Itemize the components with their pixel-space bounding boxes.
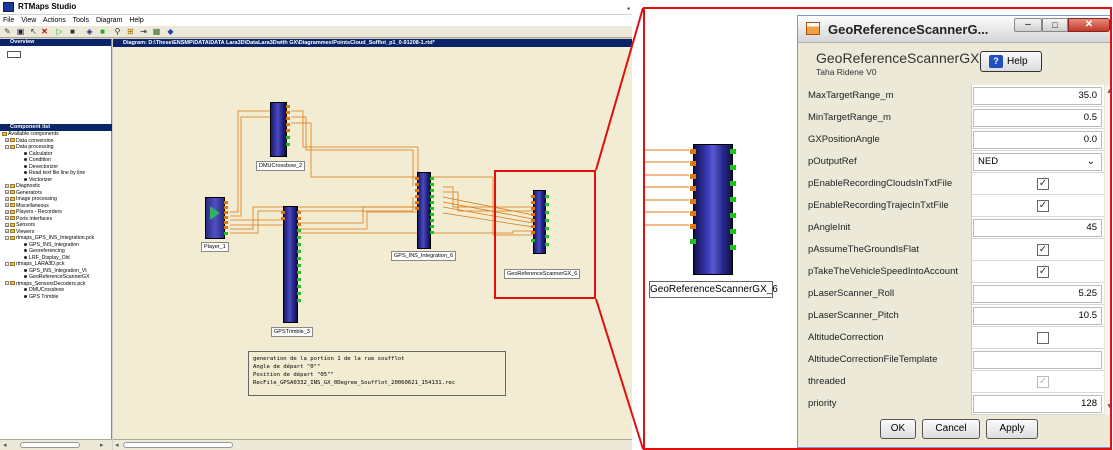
property-row: pAssumeTheGroundIsFlat ✓ (804, 239, 1104, 261)
minimize-icon[interactable]: – (1014, 18, 1042, 32)
apply-button[interactable]: Apply (986, 419, 1038, 439)
property-checkbox[interactable]: ✓ (1037, 266, 1049, 278)
property-name: pTakeTheVehicleSpeedIntoAccount (804, 261, 972, 283)
property-row: MaxTargetRange_m 35.0 (804, 85, 1104, 107)
chevron-down-icon: ⌄ (1086, 156, 1095, 167)
property-name: pEnableRecordingCloudsInTxtFile (804, 173, 972, 195)
help-icon: ? (989, 55, 1003, 68)
property-row: MinTargetRange_m 0.5 (804, 107, 1104, 129)
property-checkbox[interactable]: ✓ (1037, 244, 1049, 256)
scroll-up-icon[interactable]: ▲ (1106, 88, 1110, 95)
property-name: pEnableRecordingTrajecInTxtFile (804, 195, 972, 217)
property-checkbox[interactable]: ✓ (1037, 200, 1049, 212)
property-value-input[interactable] (973, 351, 1102, 369)
property-scrollbar[interactable]: ▲ ▼ (1105, 85, 1110, 415)
property-table: MaxTargetRange_m 35.0 MinTargetRange_m 0… (804, 85, 1104, 415)
property-value-input[interactable]: 10.5 (973, 307, 1102, 325)
property-value-input[interactable]: 128 (973, 395, 1102, 413)
property-row: AltitudeCorrection (804, 327, 1104, 349)
property-row: threaded ✓ (804, 371, 1104, 393)
close-icon[interactable]: ✕ (1068, 18, 1110, 32)
property-name: MaxTargetRange_m (804, 85, 972, 107)
property-name: AltitudeCorrectionFileTemplate (804, 349, 972, 371)
output-ref-select[interactable]: NED ⌄ (973, 153, 1102, 171)
property-name: AltitudeCorrection (804, 327, 972, 349)
property-name: MinTargetRange_m (804, 107, 972, 129)
property-value-input[interactable]: 0.5 (973, 109, 1102, 127)
property-row: pTakeTheVehicleSpeedIntoAccount ✓ (804, 261, 1104, 283)
dialog-buttons: OK Cancel Apply (798, 417, 1110, 447)
property-name: priority (804, 393, 972, 415)
property-value-input[interactable]: 45 (973, 219, 1102, 237)
property-name: pAssumeTheGroundIsFlat (804, 239, 972, 261)
property-name: pLaserScanner_Pitch (804, 305, 972, 327)
property-row: pAngleInit 45 (804, 217, 1104, 239)
property-checkbox[interactable] (1037, 332, 1049, 344)
dialog-title-bar: GeoReferenceScannerG... – □ ✕ (798, 16, 1110, 43)
georeference-scanner-label-zoomed[interactable]: GeoReferenceScannerGX_6 (649, 281, 778, 298)
component-author: Taha Ridene V0 (816, 67, 877, 77)
property-row: pLaserScanner_Roll 5.25 (804, 283, 1104, 305)
scroll-down-icon[interactable]: ▼ (1106, 403, 1110, 410)
property-row: pEnableRecordingCloudsInTxtFile ✓ (804, 173, 1104, 195)
component-name: GeoReferenceScannerGX (816, 50, 980, 66)
property-value-input[interactable]: 35.0 (973, 87, 1102, 105)
cancel-button[interactable]: Cancel (922, 419, 980, 439)
property-name: threaded (804, 371, 972, 393)
zoom-panel: GeoReferenceScannerGX_6 GeoReferenceScan… (643, 7, 1112, 450)
property-checkbox: ✓ (1037, 376, 1049, 388)
dialog-title: GeoReferenceScannerG... (828, 22, 989, 37)
property-name: pOutputRef (804, 151, 972, 173)
property-name: GXPositionAngle (804, 129, 972, 151)
property-value-input[interactable]: 5.25 (973, 285, 1102, 303)
help-button[interactable]: ? Help (980, 51, 1042, 72)
georeference-scanner-block-zoomed[interactable] (690, 144, 736, 275)
properties-dialog: GeoReferenceScannerG... – □ ✕ GeoReferen… (797, 15, 1110, 448)
dialog-header: GeoReferenceScannerGX Taha Ridene V0 ? H… (798, 44, 1110, 84)
property-row: priority 128 (804, 393, 1104, 415)
property-row: pOutputRef NED ⌄ (804, 151, 1104, 173)
property-name: pLaserScanner_Roll (804, 283, 972, 305)
property-row: GXPositionAngle 0.0 (804, 129, 1104, 151)
ok-button[interactable]: OK (880, 419, 916, 439)
property-row: AltitudeCorrectionFileTemplate (804, 349, 1104, 371)
property-checkbox[interactable]: ✓ (1037, 178, 1049, 190)
property-name: pAngleInit (804, 217, 972, 239)
maximize-icon[interactable]: □ (1042, 18, 1068, 32)
property-value-input[interactable]: 0.0 (973, 131, 1102, 149)
property-row: pEnableRecordingTrajecInTxtFile ✓ (804, 195, 1104, 217)
property-row: pLaserScanner_Pitch 10.5 (804, 305, 1104, 327)
component-icon (806, 22, 820, 35)
